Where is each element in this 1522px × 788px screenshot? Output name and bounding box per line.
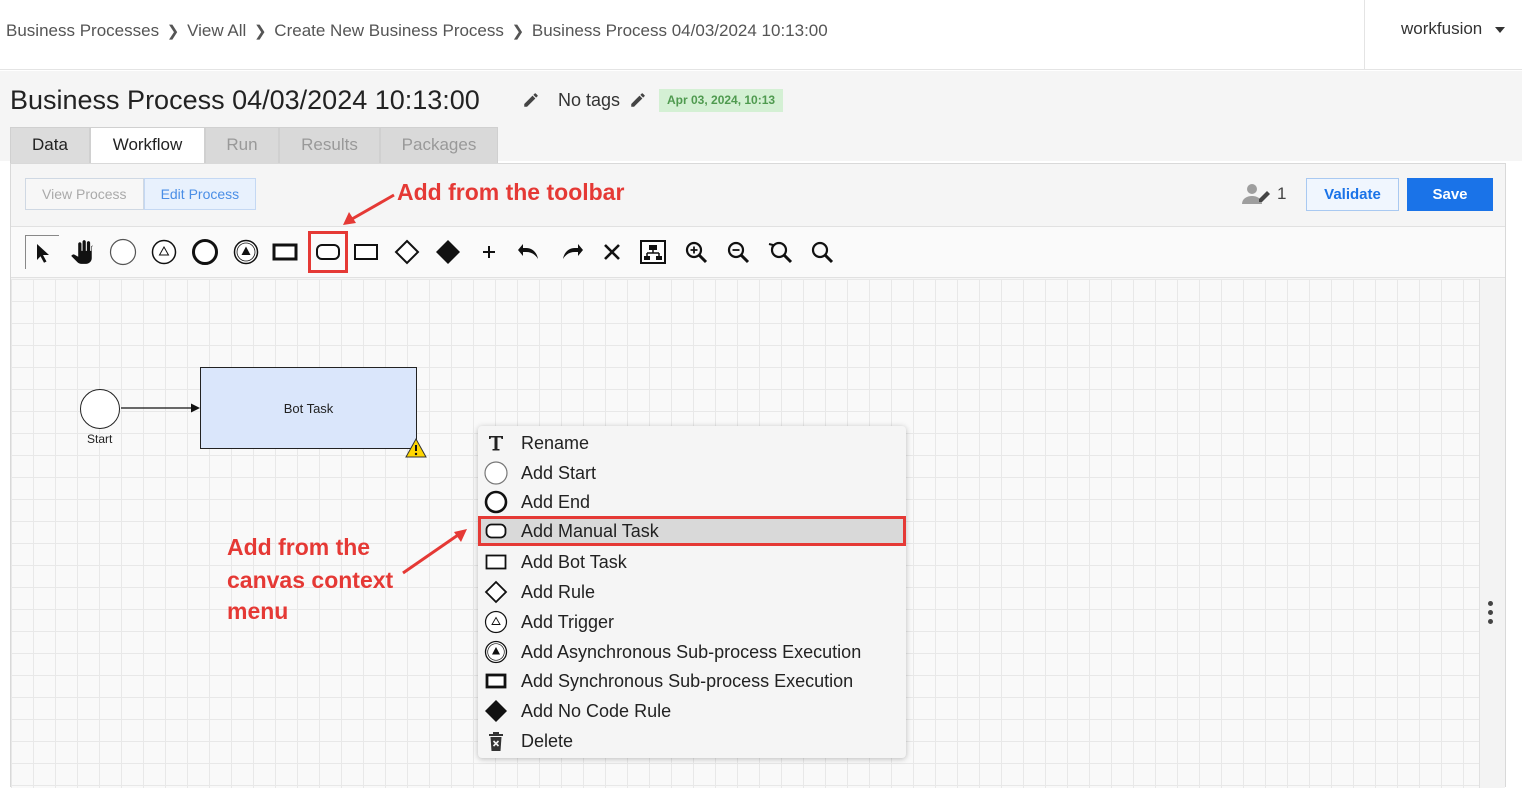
end-event-icon[interactable] <box>188 235 222 269</box>
tab-run[interactable]: Run <box>205 127 279 163</box>
menu-item-add-trigger[interactable]: Add Trigger <box>478 607 906 637</box>
tab-packages[interactable]: Packages <box>380 127 498 163</box>
no-code-rule-icon[interactable] <box>431 235 465 269</box>
redo-icon[interactable] <box>554 235 588 269</box>
menu-item-add-no-code-rule[interactable]: Add No Code Rule <box>478 696 906 726</box>
user-menu[interactable]: workfusion <box>1364 0 1522 70</box>
validate-button[interactable]: Validate <box>1306 178 1399 211</box>
breadcrumb-view-all[interactable]: View All <box>187 21 246 41</box>
tab-data[interactable]: Data <box>10 127 90 163</box>
start-event-icon <box>484 461 508 485</box>
pointer-icon[interactable] <box>25 235 59 269</box>
warning-icon[interactable] <box>405 437 427 463</box>
diagram-toolbar <box>11 226 1505 278</box>
sync-subprocess-icon <box>484 669 508 693</box>
menu-item-add-async-subprocess[interactable]: Add Asynchronous Sub-process Execution <box>478 637 906 667</box>
mode-switch: View Process Edit Process <box>25 178 257 210</box>
trigger-icon[interactable] <box>147 235 181 269</box>
end-event-icon <box>484 490 508 514</box>
menu-item-rename[interactable]: Rename <box>478 428 906 458</box>
sync-subprocess-icon[interactable] <box>268 235 302 269</box>
plus-icon[interactable] <box>472 235 506 269</box>
date-badge: Apr 03, 2024, 10:13 <box>659 89 784 112</box>
bot-task-node[interactable]: Bot Task <box>200 367 417 449</box>
page-title: Business Process 04/03/2024 10:13:00 <box>10 85 480 115</box>
tab-bar: Data Workflow Run Results Packages <box>10 127 498 163</box>
zoom-in-icon[interactable] <box>679 235 713 269</box>
caret-down-icon <box>1495 27 1505 33</box>
breadcrumb-current: Business Process 04/03/2024 10:13:00 <box>531 21 828 40</box>
start-event-icon[interactable] <box>106 235 140 269</box>
breadcrumb-create-new[interactable]: Create New Business Process <box>274 21 504 41</box>
edit-process-button[interactable]: Edit Process <box>143 178 257 210</box>
tab-results[interactable]: Results <box>279 127 380 163</box>
annotation-menu-line-3: menu <box>227 598 289 624</box>
tags-label: No tags <box>558 90 621 110</box>
menu-item-add-rule[interactable]: Add Rule <box>478 577 906 607</box>
menu-item-delete[interactable]: Delete <box>478 726 906 756</box>
auto-layout-icon[interactable] <box>636 235 670 269</box>
rule-icon[interactable] <box>390 235 424 269</box>
async-subprocess-icon <box>484 640 508 664</box>
menu-item-add-bot-task[interactable]: Add Bot Task <box>478 547 906 577</box>
toolbar-highlight <box>308 231 348 273</box>
canvas-side-panel[interactable] <box>1479 279 1505 788</box>
top-bar: Business Processes ❯ View All ❯ Create N… <box>0 0 1522 70</box>
breadcrumb: Business Processes ❯ View All ❯ Create N… <box>6 21 828 41</box>
canvas-context-menu: Rename Add Start Add End Add Manual Task… <box>478 426 906 758</box>
annotation-toolbar: Add from the toolbar <box>397 179 625 205</box>
annotation-menu-line-1: Add from the <box>227 534 371 560</box>
save-button[interactable]: Save <box>1407 178 1493 211</box>
zoom-out-icon[interactable] <box>721 235 755 269</box>
user-edit-icon <box>1242 184 1270 204</box>
breadcrumb-business-processes[interactable]: Business Processes <box>6 21 159 41</box>
menu-item-add-start[interactable]: Add Start <box>478 458 906 488</box>
bot-task-icon <box>484 550 508 574</box>
pencil-icon[interactable] <box>629 91 647 114</box>
collaborators[interactable]: 1 <box>1241 182 1286 206</box>
view-process-button[interactable]: View Process <box>25 178 144 210</box>
menu-item-add-manual-task[interactable]: Add Manual Task <box>478 516 906 546</box>
bot-task-icon[interactable] <box>349 235 383 269</box>
menu-item-add-end[interactable]: Add End <box>478 487 906 517</box>
start-event-node[interactable] <box>80 389 120 429</box>
user-name: workfusion <box>1401 19 1483 38</box>
collaborators-count: 1 <box>1277 184 1287 203</box>
start-node-label: Start <box>87 432 113 446</box>
menu-item-add-sync-subprocess[interactable]: Add Synchronous Sub-process Execution <box>478 666 906 696</box>
annotation-menu-line-2: canvas context <box>227 567 394 593</box>
zoom-reset-icon[interactable] <box>763 235 797 269</box>
no-code-rule-icon <box>484 699 508 723</box>
kebab-menu-icon[interactable] <box>1488 601 1494 628</box>
pencil-icon[interactable] <box>522 91 540 114</box>
trigger-icon <box>484 610 508 634</box>
trash-icon <box>484 729 508 753</box>
chevron-right-icon: ❯ <box>511 23 525 40</box>
rule-icon <box>484 580 508 604</box>
tab-workflow[interactable]: Workflow <box>90 127 205 163</box>
chevron-right-icon: ❯ <box>166 23 180 40</box>
text-icon <box>484 431 508 455</box>
manual-task-icon <box>484 519 508 543</box>
bot-task-label: Bot Task <box>283 401 334 416</box>
async-subprocess-icon[interactable] <box>229 235 263 269</box>
zoom-fit-icon[interactable] <box>805 235 839 269</box>
hand-icon[interactable] <box>65 235 99 269</box>
undo-icon[interactable] <box>513 235 547 269</box>
delete-icon[interactable] <box>595 235 629 269</box>
chevron-right-icon: ❯ <box>254 23 267 40</box>
